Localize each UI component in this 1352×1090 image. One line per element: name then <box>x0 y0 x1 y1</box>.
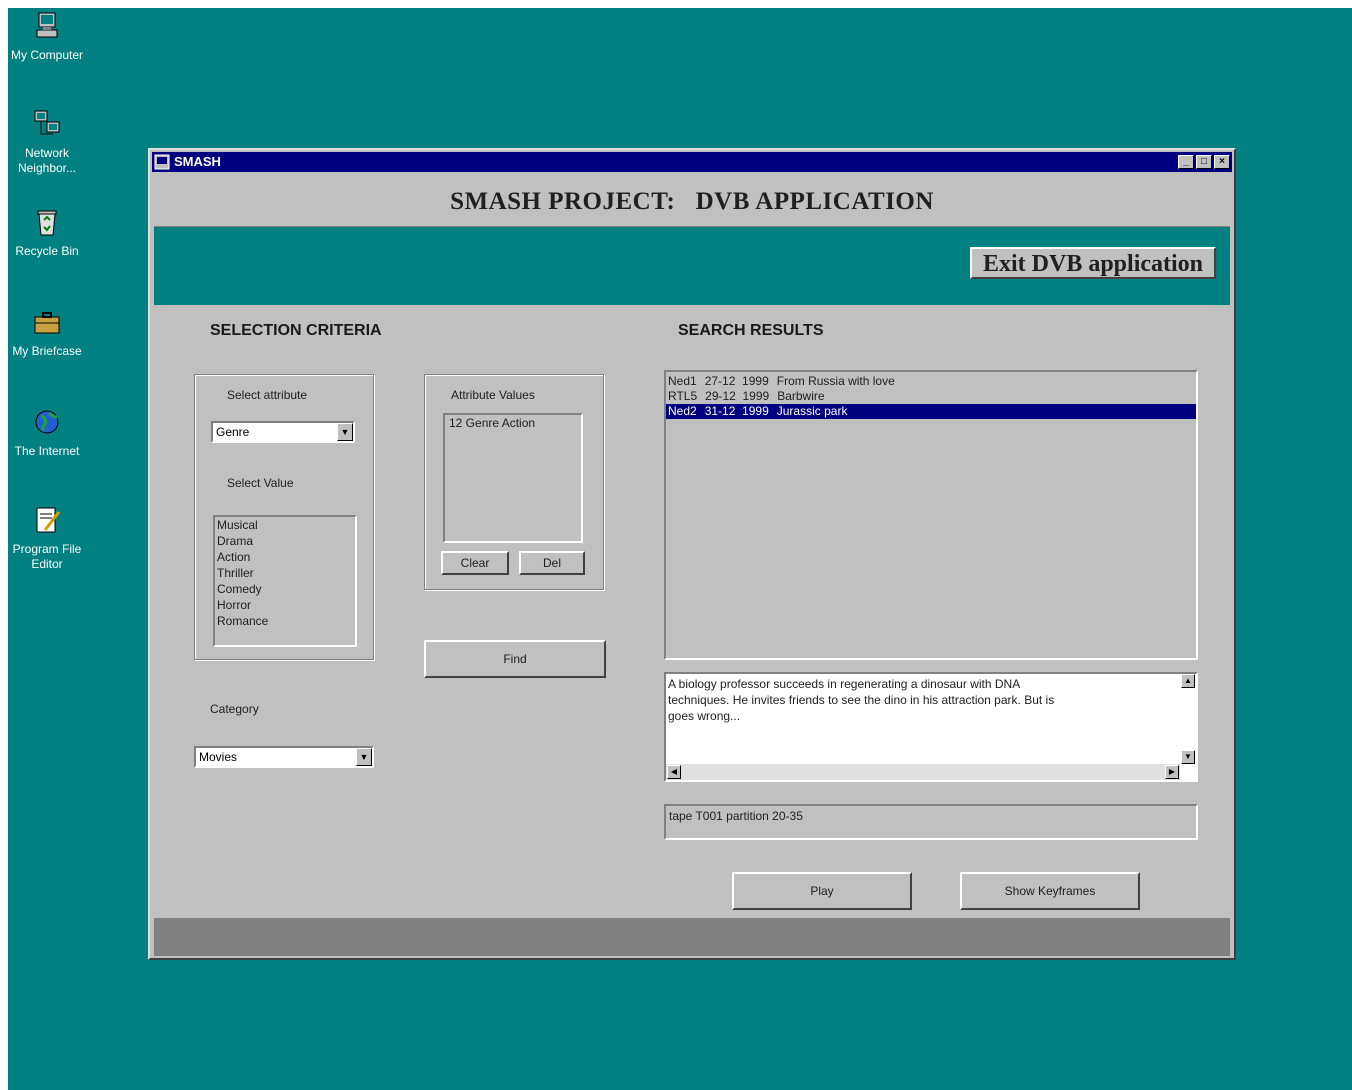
selection-criteria-heading: SELECTION CRITERIA <box>210 322 382 339</box>
horizontal-scrollbar[interactable]: ◀ ▶ <box>666 764 1180 780</box>
status-band <box>154 918 1230 956</box>
result-channel: Ned2 <box>668 404 697 418</box>
desktop-icon-recycle-bin[interactable]: Recycle Bin <box>8 206 86 259</box>
minimize-button[interactable]: _ <box>1178 155 1194 169</box>
exit-band: Exit DVB application <box>154 227 1230 305</box>
description-text: A biology professor succeeds in regenera… <box>668 677 1055 723</box>
desktop-icon-label: Network Neighbor... <box>17 146 77 175</box>
desktop-icon-label: The Internet <box>14 444 80 458</box>
result-title: From Russia with love <box>776 374 895 388</box>
find-button[interactable]: Find <box>424 640 606 678</box>
maximize-button[interactable]: □ <box>1196 155 1212 169</box>
attribute-values-group: Attribute Values 12 Genre Action Clear D… <box>424 374 604 590</box>
list-item[interactable]: Horror <box>215 597 355 613</box>
result-channel: Ned1 <box>668 374 697 388</box>
attribute-values-listbox[interactable]: 12 Genre Action <box>443 413 583 543</box>
briefcase-icon <box>34 312 60 334</box>
select-attribute-label: Select attribute <box>227 388 308 402</box>
window-title: SMASH <box>174 154 221 169</box>
chevron-down-icon[interactable]: ▼ <box>337 423 353 441</box>
tape-info-field: tape T001 partition 20-35 <box>664 804 1198 840</box>
result-date: 27-12 1999 <box>704 374 769 388</box>
attribute-select-value: Genre <box>216 425 250 439</box>
window-titlebar[interactable]: SMASH _ □ × <box>152 152 1232 172</box>
list-item[interactable]: 12 Genre Action <box>445 415 581 431</box>
select-value-label: Select Value <box>227 476 294 490</box>
network-icon <box>34 110 60 135</box>
chevron-down-icon[interactable]: ▼ <box>356 748 372 766</box>
list-item[interactable]: Musical <box>215 517 355 533</box>
app-icon <box>154 154 170 170</box>
list-item[interactable]: Drama <box>215 533 355 549</box>
desktop-icon-label: Program File Editor <box>12 542 82 571</box>
smash-window: SMASH _ □ × SMASH PROJECT: DVB APPLICATI… <box>148 148 1236 960</box>
show-keyframes-button[interactable]: Show Keyframes <box>960 872 1140 910</box>
del-button[interactable]: Del <box>519 551 585 575</box>
desktop-icon-label: Recycle Bin <box>15 244 79 258</box>
attribute-select[interactable]: Genre ▼ <box>211 421 355 443</box>
tape-info-text: tape T001 partition 20-35 <box>669 809 803 823</box>
header-band: SMASH PROJECT: DVB APPLICATION <box>154 174 1230 227</box>
vertical-scrollbar[interactable]: ▲ ▼ <box>1180 674 1196 764</box>
clear-button[interactable]: Clear <box>441 551 509 575</box>
scroll-left-icon[interactable]: ◀ <box>667 765 681 779</box>
scroll-right-icon[interactable]: ▶ <box>1165 765 1179 779</box>
attribute-values-label: Attribute Values <box>451 388 535 402</box>
scroll-down-icon[interactable]: ▼ <box>1181 750 1195 764</box>
attribute-group: Select attribute Genre ▼ Select Value Mu… <box>194 374 374 660</box>
computer-icon <box>36 12 58 38</box>
list-item[interactable]: Comedy <box>215 581 355 597</box>
list-item[interactable]: Action <box>215 549 355 565</box>
value-listbox[interactable]: Musical Drama Action Thriller Comedy Hor… <box>213 515 357 647</box>
play-button[interactable]: Play <box>732 872 912 910</box>
search-results-heading: SEARCH RESULTS <box>678 322 824 339</box>
result-title: Jurassic park <box>776 404 848 418</box>
category-select[interactable]: Movies ▼ <box>194 746 374 768</box>
close-button[interactable]: × <box>1214 155 1230 169</box>
search-results-listbox[interactable]: Ned1 27-12 1999 From Russia with love RTL5… <box>664 370 1198 660</box>
result-row-selected[interactable]: Ned2 31-12 1999 Jurassic park <box>666 404 1196 419</box>
description-textarea[interactable]: A biology professor succeeds in regenera… <box>664 672 1198 782</box>
desktop-icon-program-file-editor[interactable]: Program File Editor <box>8 504 86 572</box>
list-item[interactable]: Thriller <box>215 565 355 581</box>
list-item[interactable]: Romance <box>215 613 355 629</box>
result-date: 29-12 1999 <box>705 389 770 403</box>
recycle-bin-icon <box>37 210 57 236</box>
desktop-icon-my-computer[interactable]: My Computer <box>8 10 86 63</box>
desktop-icon-network[interactable]: Network Neighbor... <box>8 108 86 176</box>
desktop-icon-label: My Computer <box>10 48 84 62</box>
result-date: 31-12 1999 <box>704 404 769 418</box>
desktop-icon-internet[interactable]: The Internet <box>8 406 86 459</box>
app-title: SMASH PROJECT: DVB APPLICATION <box>450 188 934 215</box>
internet-icon <box>35 410 59 434</box>
file-editor-icon <box>36 507 61 533</box>
result-channel: RTL5 <box>668 389 698 403</box>
category-label: Category <box>210 702 259 716</box>
exit-dvb-button[interactable]: Exit DVB application <box>970 247 1216 279</box>
scroll-up-icon[interactable]: ▲ <box>1181 674 1195 688</box>
category-select-value: Movies <box>199 750 238 764</box>
desktop-icon-briefcase[interactable]: My Briefcase <box>8 306 86 359</box>
result-row[interactable]: RTL5 29-12 1999 Barbwire <box>666 389 1196 404</box>
result-row[interactable]: Ned1 27-12 1999 From Russia with love <box>666 374 1196 389</box>
result-title: Barbwire <box>777 389 825 403</box>
desktop-icon-label: My Briefcase <box>12 344 82 358</box>
